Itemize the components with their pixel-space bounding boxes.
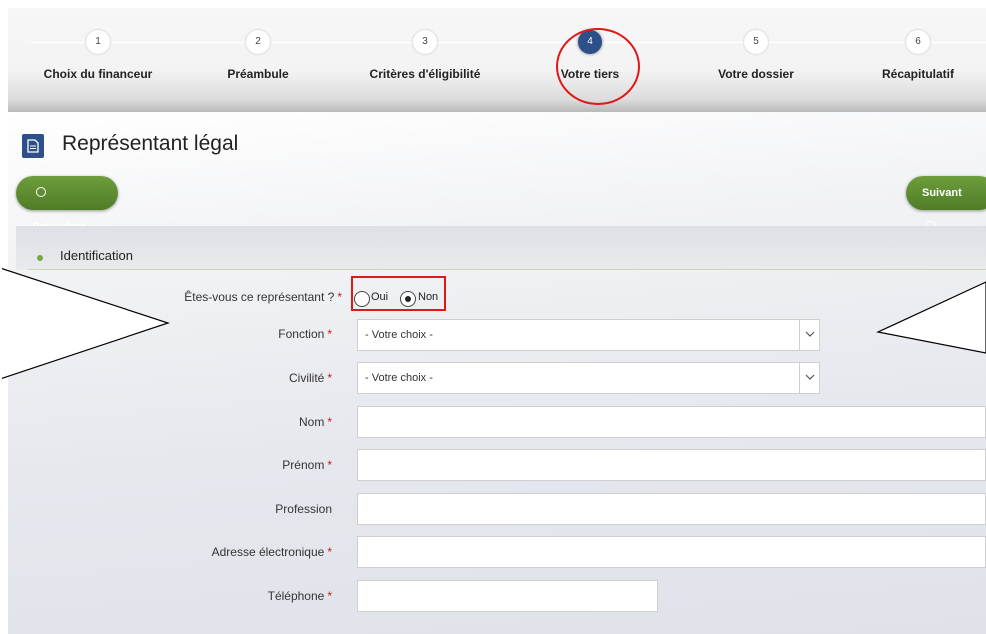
nom-input[interactable] bbox=[357, 406, 986, 438]
profession-input[interactable] bbox=[357, 493, 986, 525]
step-1-number: 1 bbox=[86, 30, 110, 54]
fonction-select[interactable]: - Votre choix - bbox=[357, 319, 820, 351]
callout-left bbox=[0, 260, 170, 390]
prenom-label: Prénom * bbox=[282, 458, 332, 472]
annotation-rectangle: Oui Non bbox=[351, 276, 446, 311]
step-3-label: Critères d'éligibilité bbox=[369, 67, 481, 81]
step-1[interactable]: 1 Choix du financeur bbox=[18, 30, 178, 81]
progress-stepper: 1 Choix du financeur 2 Préambule 3 Critè… bbox=[8, 8, 986, 112]
step-2[interactable]: 2 Préambule bbox=[178, 30, 338, 81]
step-6[interactable]: 6 Récapitulatif bbox=[838, 30, 986, 81]
document-icon bbox=[22, 134, 44, 158]
profession-label: Profession bbox=[275, 502, 332, 516]
step-5[interactable]: 5 Votre dossier bbox=[676, 30, 836, 81]
chevron-down-icon[interactable] bbox=[799, 363, 819, 393]
radio-oui-label[interactable]: Oui bbox=[371, 291, 388, 303]
radio-non-label[interactable]: Non bbox=[418, 291, 438, 303]
next-button[interactable]: Suivant bbox=[906, 176, 986, 231]
email-label: Adresse électronique * bbox=[211, 545, 332, 559]
step-6-label: Récapitulatif bbox=[881, 67, 954, 81]
step-3-number: 3 bbox=[413, 30, 437, 54]
civilite-label: Civilité * bbox=[288, 371, 332, 385]
step-2-number: 2 bbox=[246, 30, 270, 54]
step-5-number: 5 bbox=[744, 30, 768, 54]
previous-button[interactable]: Précédent bbox=[16, 176, 118, 233]
step-1-label: Choix du financeur bbox=[43, 67, 153, 81]
page-title: Représentant légal bbox=[62, 132, 239, 155]
representative-label: Êtes-vous ce représentant ? * bbox=[184, 290, 342, 304]
next-button-label: Suivant bbox=[922, 187, 962, 199]
arrow-left-icon bbox=[36, 187, 46, 197]
civilite-select[interactable]: - Votre choix - bbox=[357, 362, 820, 394]
radio-oui[interactable] bbox=[354, 291, 370, 307]
radio-selected-dot bbox=[405, 296, 411, 302]
fonction-label: Fonction * bbox=[278, 327, 332, 341]
annotation-ellipse bbox=[556, 28, 640, 105]
step-5-label: Votre dossier bbox=[718, 67, 794, 81]
step-2-label: Préambule bbox=[227, 67, 289, 81]
required-marker: * bbox=[337, 290, 342, 304]
callout-right bbox=[876, 281, 986, 354]
section-divider bbox=[28, 269, 986, 270]
chevron-down-icon[interactable] bbox=[799, 320, 819, 350]
telephone-label: Téléphone * bbox=[267, 589, 332, 603]
step-6-number: 6 bbox=[906, 30, 930, 54]
telephone-input[interactable] bbox=[357, 580, 658, 612]
email-input[interactable] bbox=[357, 536, 986, 568]
radio-non[interactable] bbox=[400, 291, 416, 307]
step-3[interactable]: 3 Critères d'éligibilité bbox=[345, 30, 505, 81]
prenom-input[interactable] bbox=[357, 449, 986, 481]
nom-label: Nom * bbox=[298, 415, 332, 429]
